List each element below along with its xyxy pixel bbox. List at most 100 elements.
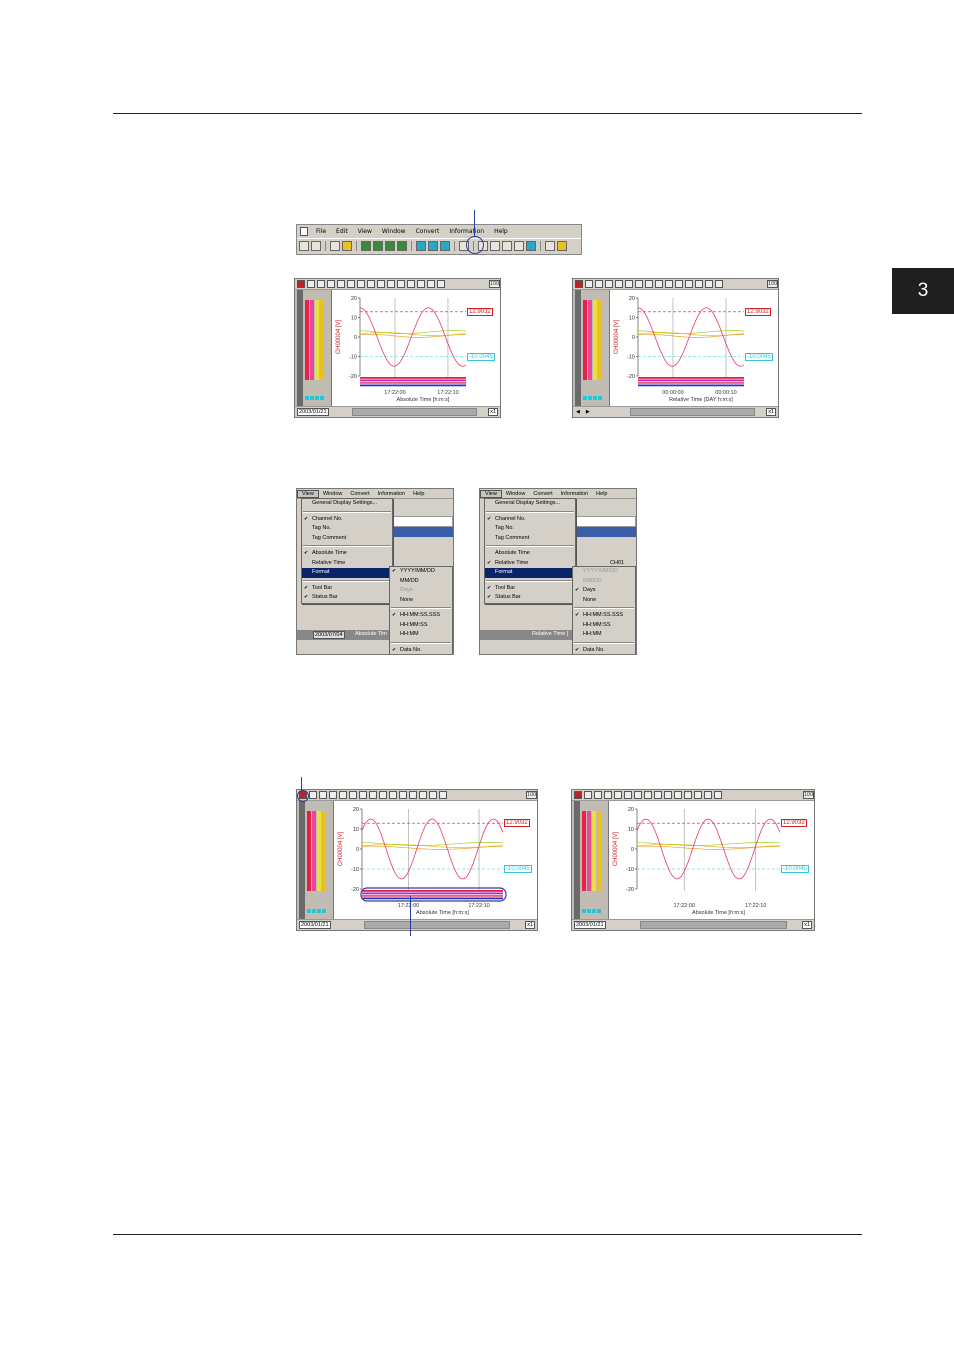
left-arrow-icon[interactable] <box>429 791 437 799</box>
menu-absolute-time[interactable]: Absolute Time <box>485 549 575 559</box>
sigma-icon[interactable] <box>419 791 427 799</box>
cursor-a-icon[interactable] <box>604 791 612 799</box>
menu-format[interactable]: Format <box>302 568 392 578</box>
menubar-item-window[interactable]: Window <box>377 228 411 235</box>
menu-tag-comment[interactable]: Tag Comment <box>485 534 575 544</box>
menu-relative-time[interactable]: Relative Time <box>485 559 575 569</box>
menu-channel-no[interactable]: Channel No. <box>485 515 575 525</box>
bar-icon[interactable] <box>347 280 355 288</box>
marker2-icon[interactable] <box>655 280 663 288</box>
menu-format[interactable]: Format <box>485 568 575 578</box>
format-none[interactable]: None <box>390 596 452 606</box>
layout-d-icon[interactable] <box>514 241 524 251</box>
menu-window[interactable]: Window <box>502 491 530 497</box>
left-arrow-icon[interactable] <box>704 791 712 799</box>
format-data-no[interactable]: Data No. <box>573 646 635 655</box>
marker-icon[interactable] <box>369 791 377 799</box>
format-hh-mm[interactable]: HH:MM <box>573 630 635 640</box>
menu-window[interactable]: Window <box>319 491 347 497</box>
menu-general-display[interactable]: General Display Settings... <box>485 499 575 509</box>
grid-a-icon[interactable] <box>665 280 673 288</box>
play-start-icon[interactable] <box>361 241 371 251</box>
right-arrow-icon[interactable] <box>714 791 722 799</box>
zoom-out-icon[interactable] <box>595 280 603 288</box>
record-icon[interactable] <box>297 280 305 288</box>
cursor-a-icon[interactable] <box>327 280 335 288</box>
layout-e-icon[interactable] <box>526 241 536 251</box>
format-mm-dd[interactable]: MM/DD <box>390 577 452 587</box>
grid-b-icon[interactable] <box>674 791 682 799</box>
format-data-no[interactable]: Data No. <box>390 646 452 655</box>
format-none[interactable]: None <box>573 596 635 606</box>
scroll-left-icon[interactable]: ◀ <box>576 409 580 415</box>
marker-icon[interactable] <box>645 280 653 288</box>
bar-icon[interactable] <box>349 791 357 799</box>
menubar-item-help[interactable]: Help <box>489 228 513 235</box>
grid-b-icon[interactable] <box>397 280 405 288</box>
grid-c-icon[interactable] <box>409 791 417 799</box>
menu-status-bar[interactable]: Status Bar <box>485 593 575 603</box>
grid-c-icon[interactable] <box>685 280 693 288</box>
format-hh-mm[interactable]: HH:MM <box>390 630 452 640</box>
zoom-in-icon[interactable] <box>307 280 315 288</box>
grid-a-icon[interactable] <box>387 280 395 288</box>
cursor-b-icon[interactable] <box>614 791 622 799</box>
zoom-out-icon[interactable] <box>319 791 327 799</box>
menu-view[interactable]: View <box>480 489 502 498</box>
copy-icon[interactable] <box>330 241 340 251</box>
zoom-out-icon[interactable] <box>317 280 325 288</box>
right-arrow-icon[interactable] <box>437 280 445 288</box>
hand-icon[interactable] <box>342 241 352 251</box>
menu-convert[interactable]: Convert <box>529 491 556 497</box>
menu-status-bar[interactable]: Status Bar <box>302 593 392 603</box>
menu-tag-comment[interactable]: Tag Comment <box>302 534 392 544</box>
zoom-c-icon[interactable] <box>440 241 450 251</box>
left-arrow-icon[interactable] <box>705 280 713 288</box>
zoom-b-icon[interactable] <box>428 241 438 251</box>
menu-tool-bar[interactable]: Tool Bar <box>485 584 575 594</box>
marker2-icon[interactable] <box>379 791 387 799</box>
cursor-b-icon[interactable] <box>615 280 623 288</box>
menu-tool-bar[interactable]: Tool Bar <box>302 584 392 594</box>
play-back-icon[interactable] <box>373 241 383 251</box>
menu-channel-no[interactable]: Channel No. <box>302 515 392 525</box>
left-arrow-icon[interactable] <box>427 280 435 288</box>
format-days[interactable]: Days <box>573 586 635 596</box>
menu-help[interactable]: Help <box>592 491 611 497</box>
menubar-item-edit[interactable]: Edit <box>331 228 353 235</box>
horizontal-scrollbar[interactable] <box>364 921 511 929</box>
marker2-icon[interactable] <box>377 280 385 288</box>
sigma-icon[interactable] <box>695 280 703 288</box>
horizontal-scrollbar[interactable] <box>352 408 478 416</box>
format-hh-mm-ss-sss[interactable]: HH:MM:SS.SSS <box>573 611 635 621</box>
grid-c-icon[interactable] <box>684 791 692 799</box>
horizontal-scrollbar[interactable] <box>639 921 787 929</box>
help-icon[interactable] <box>557 241 567 251</box>
scale-icon[interactable] <box>359 791 367 799</box>
zoom-in-icon[interactable] <box>584 791 592 799</box>
record-icon[interactable] <box>574 791 582 799</box>
grid-a-icon[interactable] <box>389 791 397 799</box>
scale-icon[interactable] <box>635 280 643 288</box>
marker-icon[interactable] <box>367 280 375 288</box>
format-hh-mm-ss[interactable]: HH:MM:SS <box>390 621 452 631</box>
menu-information[interactable]: Information <box>557 491 593 497</box>
record-icon[interactable] <box>575 280 583 288</box>
zoom-in-icon[interactable] <box>585 280 593 288</box>
grid-b-icon[interactable] <box>675 280 683 288</box>
scale-icon[interactable] <box>357 280 365 288</box>
menubar-item-convert[interactable]: Convert <box>411 228 445 235</box>
menubar-item-information[interactable]: Information <box>444 228 489 235</box>
right-arrow-icon[interactable] <box>715 280 723 288</box>
format-hh-mm-ss[interactable]: HH:MM:SS <box>573 621 635 631</box>
scale-icon[interactable] <box>634 791 642 799</box>
menu-tag-no[interactable]: Tag No. <box>302 524 392 534</box>
menu-view[interactable]: View <box>297 489 319 498</box>
layout-c-icon[interactable] <box>502 241 512 251</box>
menubar-item-view[interactable]: View <box>353 228 377 235</box>
grid-c-icon[interactable] <box>407 280 415 288</box>
menu-absolute-time[interactable]: Absolute Time <box>302 549 392 559</box>
cursor-b-icon[interactable] <box>339 791 347 799</box>
menu-general-display[interactable]: General Display Settings... <box>302 499 392 509</box>
play-forward-icon[interactable] <box>385 241 395 251</box>
